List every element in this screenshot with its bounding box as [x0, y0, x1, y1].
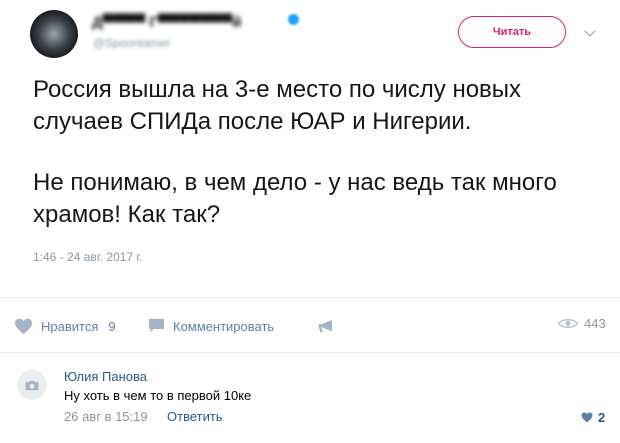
tweet-text-paragraph-1: Россия вышла на 3-е место по числу новых…	[33, 76, 522, 135]
comment-like-count: 2	[598, 410, 606, 425]
comment-like-button[interactable]: 2	[581, 410, 605, 425]
verified-badge-icon	[288, 14, 299, 25]
comment-button[interactable]: Комментировать	[148, 316, 274, 336]
comment-date[interactable]: 26 авг в 15:19	[64, 409, 148, 424]
share-button[interactable]	[318, 316, 336, 336]
like-button[interactable]: Нравится 9	[14, 316, 116, 336]
commenter-avatar[interactable]	[17, 370, 47, 400]
tweet-author-handle[interactable]: @Spoontamer	[93, 36, 171, 50]
like-label: Нравится	[41, 318, 99, 334]
tweet-timestamp[interactable]: 1:46 - 24 авг. 2017 г.	[33, 250, 143, 264]
heart-icon	[15, 318, 32, 334]
comment-author[interactable]: Юлия Панова	[64, 369, 147, 384]
comment-text: Ну хоть в чем то в первой 10ке	[64, 388, 252, 403]
eye-icon	[558, 319, 578, 328]
tweet-text-paragraph-2: Не понимаю, в чем дело - у нас ведь так …	[33, 169, 557, 228]
embedded-tweet-card: Д▀▀▀▀ Г▀▀▀▀▀▀▀й @Spoontamer Читать Росси…	[0, 0, 620, 300]
tweet-author-avatar[interactable]	[30, 10, 78, 58]
follow-button[interactable]: Читать	[458, 16, 566, 48]
post-actions-bar: Нравится 9 Комментировать 443	[0, 297, 620, 353]
chevron-down-icon[interactable]	[584, 25, 596, 37]
share-megaphone-icon	[318, 319, 332, 332]
views-counter: 443	[558, 316, 606, 331]
like-count: 9	[108, 318, 116, 334]
comment-icon	[148, 318, 165, 333]
camera-icon	[25, 380, 39, 390]
views-count: 443	[584, 316, 606, 331]
comment-label: Комментировать	[173, 318, 275, 334]
tweet-text: Россия вышла на 3-е место по числу новых…	[33, 74, 608, 231]
tweet-author-name[interactable]: Д▀▀▀▀ Г▀▀▀▀▀▀▀й	[92, 14, 241, 31]
heart-icon	[581, 412, 593, 423]
reply-button[interactable]: Ответить	[167, 409, 223, 424]
